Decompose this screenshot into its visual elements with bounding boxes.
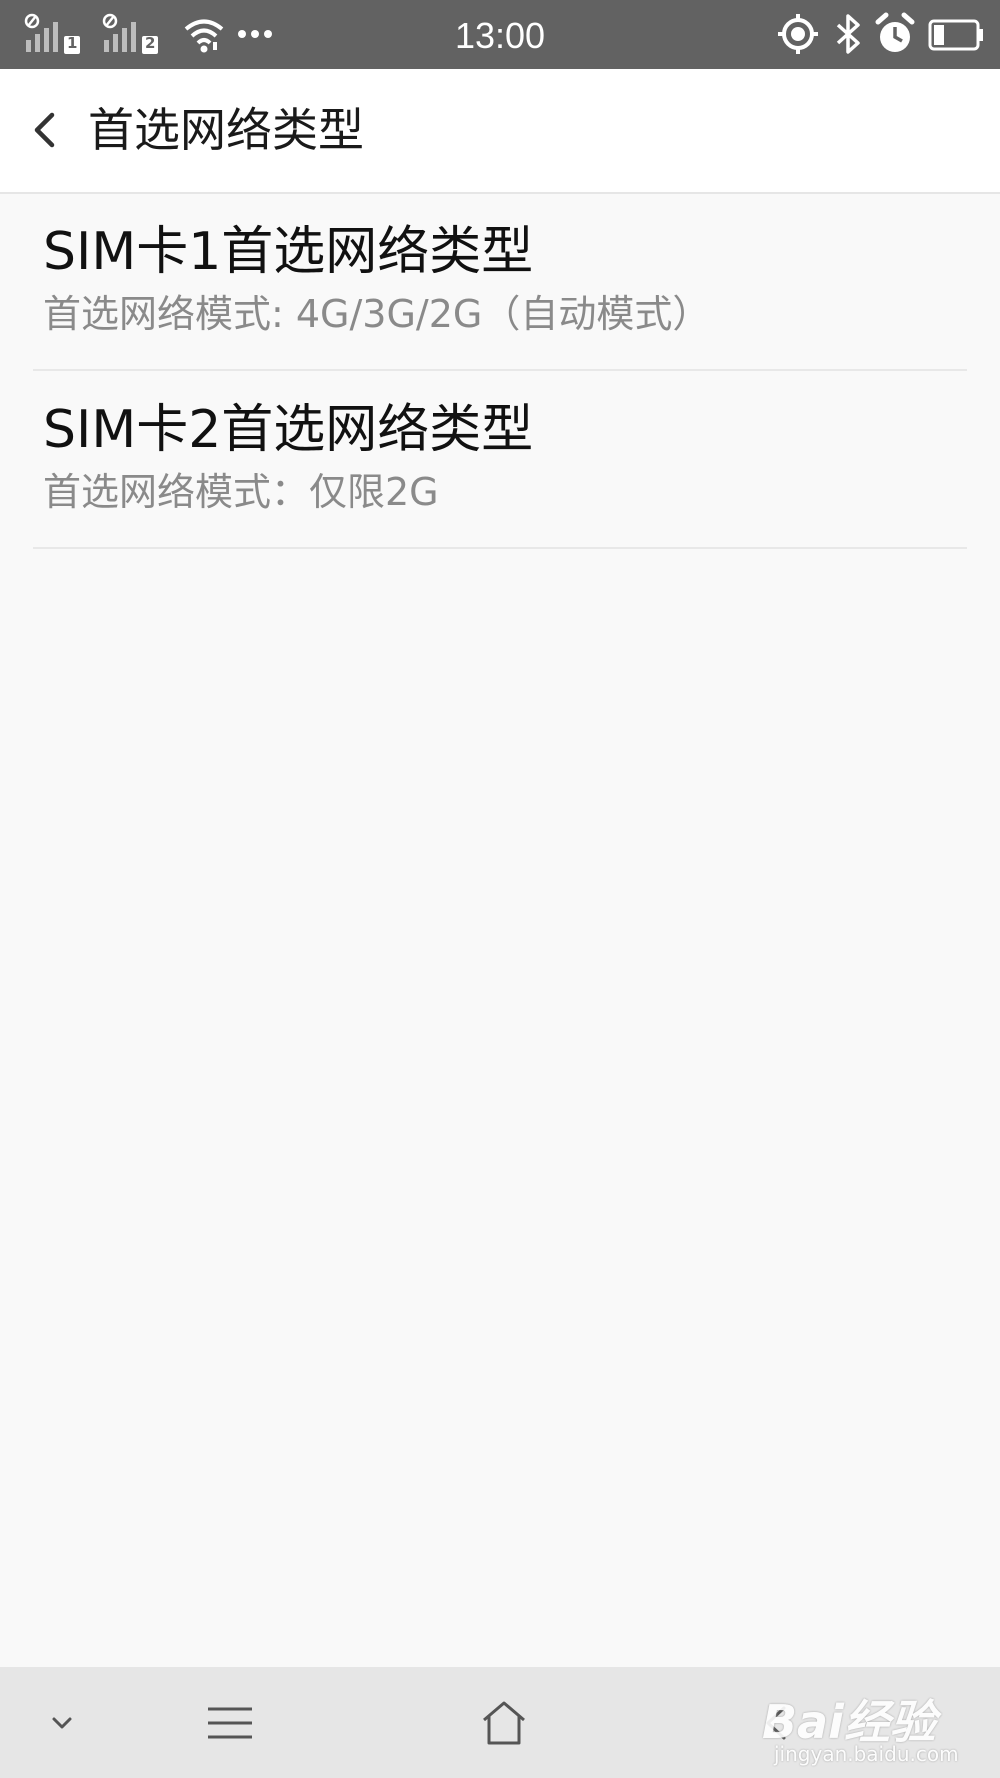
list-item-title: SIM卡1首选网络类型 bbox=[43, 222, 534, 282]
list-item-summary: 首选网络模式：仅限2G bbox=[43, 470, 439, 514]
list-item-sim2-network-type[interactable]: SIM卡2首选网络类型 首选网络模式：仅限2G bbox=[33, 371, 967, 549]
baidu-jingyan-watermark: Bai经验 jingyan.baidu.com bbox=[762, 1672, 992, 1772]
battery-icon bbox=[928, 19, 983, 51]
watermark-url: jingyan.baidu.com bbox=[774, 1742, 959, 1766]
back-button[interactable] bbox=[14, 97, 80, 163]
list-item-summary: 首选网络模式: 4G/3G/2G（自动模式） bbox=[43, 292, 711, 336]
status-right-icons bbox=[778, 12, 988, 58]
home-icon bbox=[483, 1701, 525, 1744]
location-icon bbox=[778, 14, 818, 54]
hide-nav-button[interactable] bbox=[7, 1667, 117, 1778]
page-title: 首选网络类型 bbox=[88, 103, 364, 157]
chevron-down-icon bbox=[52, 1717, 72, 1728]
alarm-icon bbox=[875, 12, 915, 52]
settings-list: SIM卡1首选网络类型 首选网络模式: 4G/3G/2G（自动模式） SIM卡2… bbox=[33, 193, 967, 549]
chevron-left-icon bbox=[34, 112, 55, 148]
list-item-sim1-network-type[interactable]: SIM卡1首选网络类型 首选网络模式: 4G/3G/2G（自动模式） bbox=[33, 193, 967, 371]
menu-icon bbox=[208, 1707, 252, 1738]
app-bar: 首选网络类型 bbox=[0, 69, 1000, 194]
bluetooth-icon bbox=[836, 14, 860, 54]
status-bar: 1 2 13:00 bbox=[0, 0, 1000, 69]
menu-button[interactable] bbox=[175, 1667, 285, 1778]
list-item-title: SIM卡2首选网络类型 bbox=[43, 400, 534, 460]
home-button[interactable] bbox=[449, 1667, 559, 1778]
